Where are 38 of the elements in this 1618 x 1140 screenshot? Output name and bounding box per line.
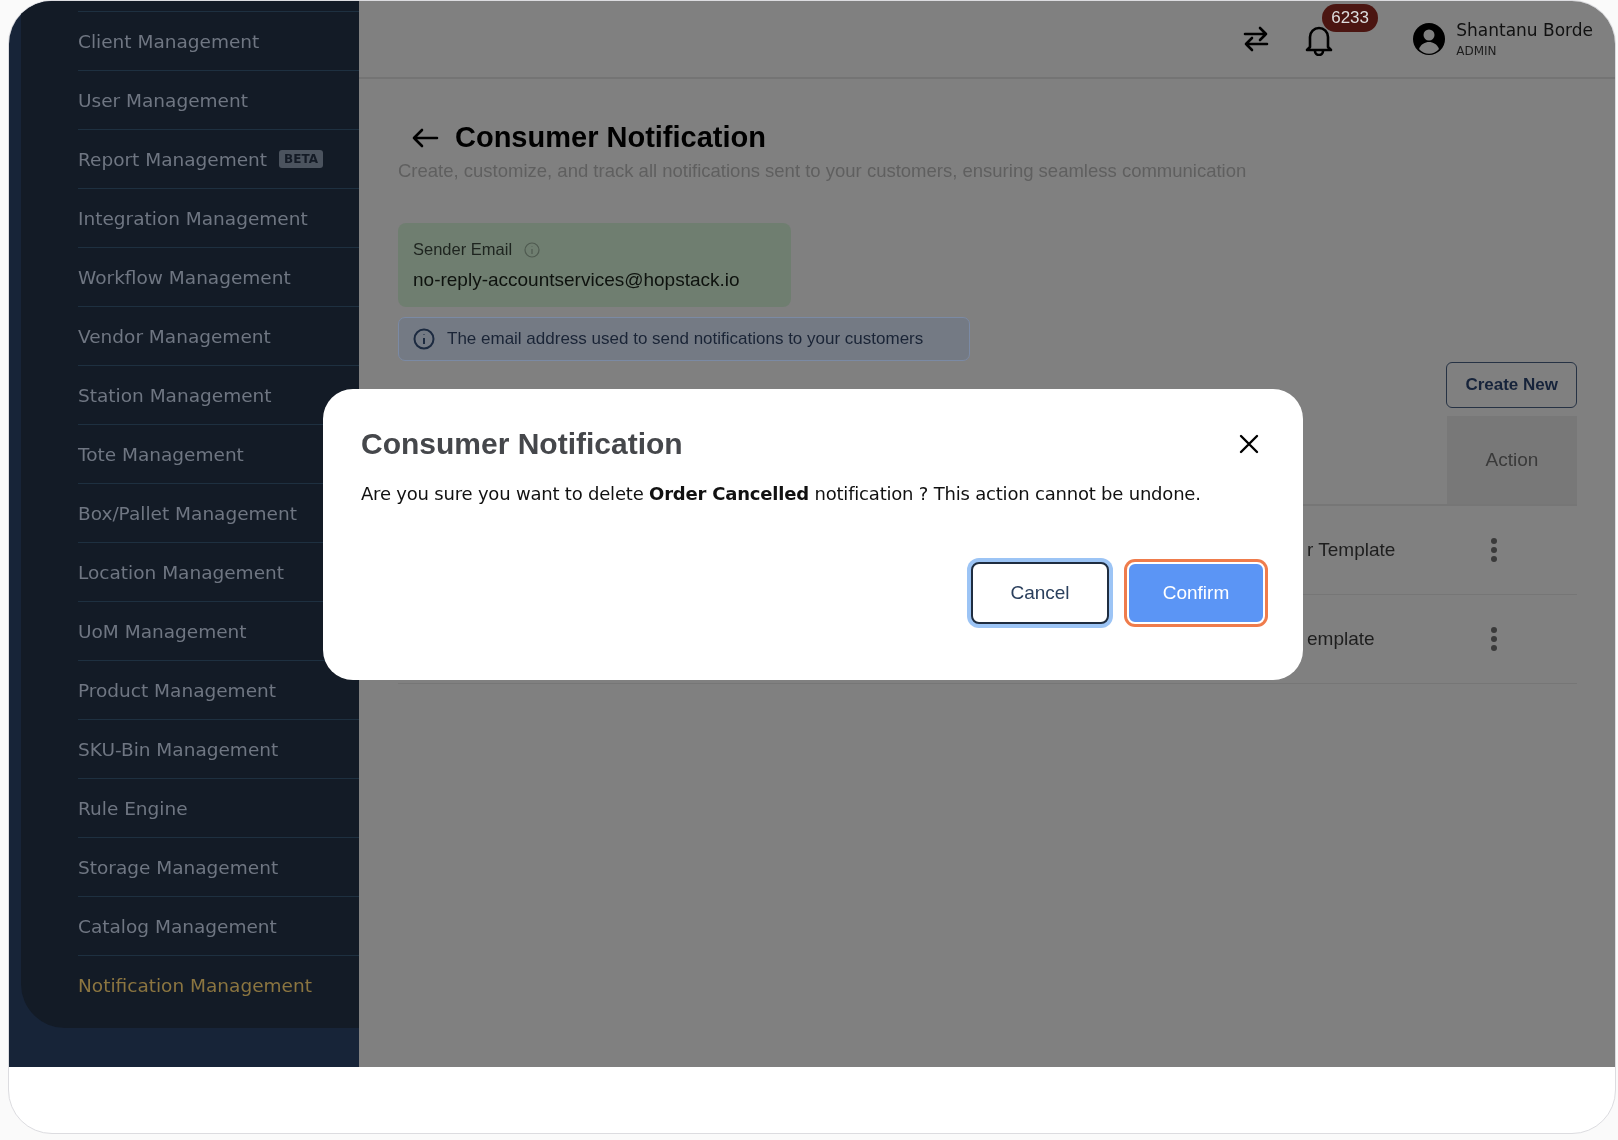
sidebar-item[interactable]: Product Management <box>78 679 276 701</box>
table-cell: emplate <box>1307 628 1375 650</box>
sidebar-item[interactable]: Station Management <box>78 384 272 406</box>
table-header-cell: Action <box>1447 416 1577 504</box>
sidebar-item[interactable]: UoM Management <box>78 620 247 642</box>
dialog-message: Are you sure you want to delete Order Cancelled notification ? This action cannot be undone. <box>361 483 1202 504</box>
user-name: Shantanu Borde <box>1456 20 1593 40</box>
sidebar-item[interactable]: Vendor Management <box>78 325 271 347</box>
sidebar-item[interactable]: Storage Management <box>78 856 279 878</box>
more-options-icon[interactable] <box>1490 626 1498 652</box>
sidebar-item[interactable]: Notification Management <box>78 974 312 996</box>
sidebar-item[interactable]: Catalog Management <box>78 915 277 937</box>
close-icon[interactable] <box>1239 434 1259 454</box>
dialog-title: Consumer Notification <box>361 427 683 461</box>
sidebar-item[interactable]: Workflow Management <box>78 266 291 288</box>
info-icon <box>413 328 435 350</box>
sidebar-item[interactable]: SKU-Bin Management <box>78 738 279 760</box>
user-role: ADMIN <box>1456 44 1498 58</box>
sender-email-value: no-reply-accountservices@hopstack.io <box>413 269 741 291</box>
sidebar-item[interactable]: User Management <box>78 89 248 111</box>
sidebar-item[interactable]: Client Management <box>78 30 260 52</box>
beta-badge: BETA <box>279 150 323 168</box>
create-new-button[interactable]: Create New <box>1446 362 1577 408</box>
back-arrow-icon[interactable] <box>411 126 439 149</box>
sidebar-item[interactable]: Box/Pallet Management <box>78 502 297 524</box>
table-cell: r Template <box>1307 539 1396 561</box>
info-text: The email address used to send notifications to your customers <box>447 329 924 349</box>
notification-count-badge: 6233 <box>1322 4 1379 32</box>
more-options-icon[interactable] <box>1490 537 1498 563</box>
sidebar-item[interactable]: Location Management <box>78 561 284 583</box>
page-title: Consumer Notification <box>455 121 766 154</box>
sidebar-item[interactable]: Tote Management <box>78 443 244 465</box>
sidebar-item[interactable]: Report Management <box>78 148 268 170</box>
confirm-button[interactable]: Confirm <box>1127 562 1265 624</box>
sidebar-item[interactable]: Rule Engine <box>78 797 188 819</box>
user-avatar-icon[interactable] <box>1412 22 1447 56</box>
sidebar-item[interactable]: Integration Management <box>78 207 308 229</box>
sender-email-label: Sender Email <box>413 240 513 259</box>
